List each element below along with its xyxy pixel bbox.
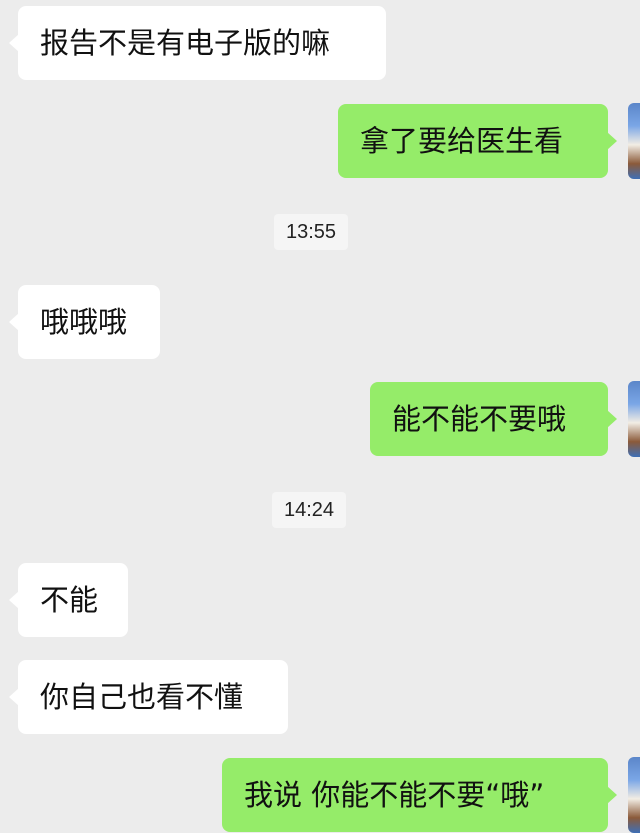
user-avatar-icon[interactable] [628,103,640,179]
incoming-message[interactable]: 哦哦哦 [18,285,160,359]
incoming-message[interactable]: 不能 [18,563,128,637]
user-avatar-icon[interactable] [628,381,640,457]
incoming-message[interactable]: 你自己也看不懂 [18,660,288,734]
outgoing-message[interactable]: 拿了要给医生看 [338,104,608,178]
incoming-message[interactable]: 报告不是有电子版的嘛 [18,6,386,80]
timestamp: 13:55 [274,214,349,250]
outgoing-message[interactable]: 能不能不要哦 [370,382,608,456]
timestamp: 14:24 [272,492,347,528]
outgoing-message[interactable]: 我说 你能不能不要“哦” [222,758,608,832]
